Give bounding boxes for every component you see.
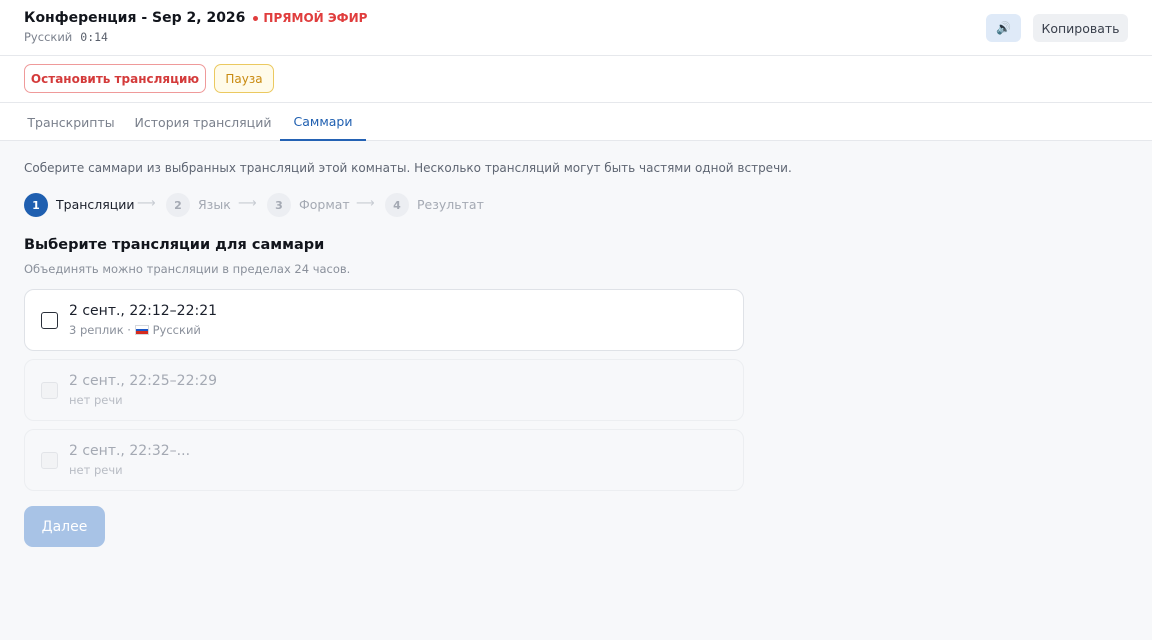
step-arrow-icon: ⟶ xyxy=(137,196,156,211)
summary-intro: Соберите саммари из выбранных трансляций… xyxy=(24,161,792,175)
broadcast-checkbox[interactable] xyxy=(41,312,58,329)
broadcast-controls: Остановить трансляцию Пауза xyxy=(0,56,1152,103)
broadcast-meta: нет речи xyxy=(69,393,123,407)
step-3-number: 3 xyxy=(267,193,291,217)
broadcast-title: 2 сент., 22:25–22:29 xyxy=(69,373,218,389)
section-hint: Объединять можно трансляции в пределах 2… xyxy=(24,262,351,276)
broadcast-language: Русский xyxy=(152,323,201,337)
step-arrow-icon: ⟶ xyxy=(238,196,257,211)
broadcast-title: 2 сент., 22:12–22:21 xyxy=(69,303,218,319)
tab-broadcast-history[interactable]: История трансляций xyxy=(128,103,278,141)
broadcast-meta: нет речи xyxy=(69,463,123,477)
step-4-label: Результат xyxy=(417,197,484,212)
step-1-number: 1 xyxy=(24,193,48,217)
stop-broadcast-button[interactable]: Остановить трансляцию xyxy=(24,64,206,93)
speaker-button[interactable]: 🔊 xyxy=(986,14,1021,42)
live-label: ПРЯМОЙ ЭФИР xyxy=(263,11,368,25)
speaker-icon: 🔊 xyxy=(996,21,1011,35)
section-title: Выберите трансляции для саммари xyxy=(24,237,325,253)
broadcast-card[interactable]: 2 сент., 22:12–22:21 3 реплик · Русский xyxy=(24,289,744,351)
tab-transcripts[interactable]: Транскрипты xyxy=(18,103,124,141)
step-2-label: Язык xyxy=(198,197,231,212)
next-button[interactable]: Далее xyxy=(24,506,105,547)
broadcast-meta: 3 реплик · Русский xyxy=(69,323,201,337)
step-3-label: Формат xyxy=(299,197,350,212)
session-info: Русский 0:14 xyxy=(24,30,108,44)
live-badge: ПРЯМОЙ ЭФИР xyxy=(253,11,367,25)
title-row: Конференция - Sep 2, 2026 ПРЯМОЙ ЭФИР xyxy=(24,10,367,26)
step-2-number: 2 xyxy=(166,193,190,217)
step-1-label: Трансляции xyxy=(56,197,135,212)
step-4-number: 4 xyxy=(385,193,409,217)
language-label: Русский xyxy=(24,30,73,44)
pause-button[interactable]: Пауза xyxy=(214,64,274,93)
copy-button[interactable]: Копировать xyxy=(1033,14,1128,42)
broadcast-checkbox xyxy=(41,452,58,469)
tab-bar: Транскрипты История трансляций Саммари xyxy=(0,103,1152,141)
tab-summary[interactable]: Саммари xyxy=(280,103,366,141)
timer: 0:14 xyxy=(80,30,108,44)
broadcast-card: 2 сент., 22:25–22:29 нет речи xyxy=(24,359,744,421)
broadcast-meta-count: 3 реплик · xyxy=(69,323,135,337)
page-title: Конференция - Sep 2, 2026 xyxy=(24,10,246,26)
step-arrow-icon: ⟶ xyxy=(356,196,375,211)
russian-flag-icon xyxy=(134,325,149,335)
flag-stripe xyxy=(135,331,148,334)
live-dot-icon xyxy=(253,15,259,21)
broadcast-title: 2 сент., 22:32–... xyxy=(69,443,191,459)
broadcast-card: 2 сент., 22:32–... нет речи xyxy=(24,429,744,491)
broadcast-checkbox xyxy=(41,382,58,399)
app-header: Конференция - Sep 2, 2026 ПРЯМОЙ ЭФИР Ру… xyxy=(0,0,1152,56)
stepper: 1 Трансляции ⟶ 2 Язык ⟶ 3 Формат ⟶ 4 Рез… xyxy=(24,193,544,217)
